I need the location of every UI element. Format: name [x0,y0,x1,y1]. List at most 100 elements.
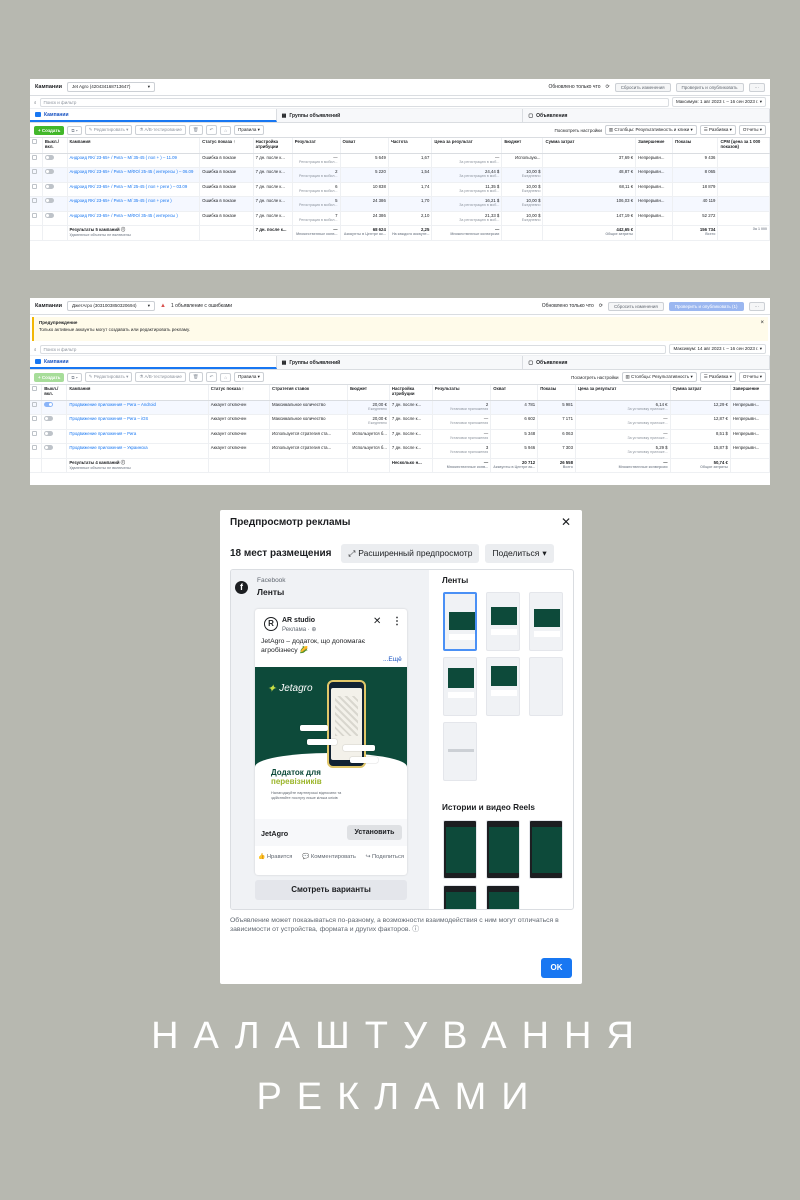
campaign-name-cell-value[interactable]: Андроид RK/ 23-65+ / Рига – М/ФО/ 35-45 … [70,213,178,218]
toggle-cell[interactable] [42,167,68,183]
create-button[interactable]: + Создать [34,125,65,135]
breakdown-button[interactable]: ☰ Разбивка ▾ [699,372,736,382]
close-icon[interactable]: ✕ [373,616,381,627]
view-settings-toggle[interactable]: Посмотреть настройки [554,128,601,133]
duplicate-icon[interactable]: ⧉ ▾ [67,125,82,135]
checkbox-cell[interactable] [30,153,43,168]
campaign-name-cell-value[interactable]: Продвижение приложения – Рига – Android [69,402,155,407]
column-header[interactable]: Охват [490,385,539,401]
campaign-name-cell-value[interactable]: Продвижение приложения – Рига [69,431,136,436]
edit-button[interactable]: ✎ Редактировать ▾ [84,372,133,382]
reports-button[interactable]: Отчеты ▾ [738,125,766,135]
row-checkbox[interactable] [32,445,37,450]
column-header[interactable]: Кампания [67,138,201,154]
row-checkbox[interactable] [32,198,37,203]
date-range-picker[interactable]: Максимум: 14 авг 2023 г. – 16 сен 2023 г… [669,344,766,354]
placement-thumbnail[interactable] [443,657,477,716]
rules-button[interactable]: Правила ▾ [234,125,264,135]
column-header[interactable]: Частота [388,138,433,154]
checkbox-cell[interactable] [30,167,43,183]
column-header[interactable]: Стратегия ставок [269,385,349,401]
search-input[interactable]: Поиск и фильтр [39,97,669,107]
row-checkbox[interactable] [32,386,37,391]
campaign-name-cell[interactable]: Продвижение приложения – Рига [66,429,209,444]
checkbox-cell[interactable] [30,400,43,415]
more-options-icon[interactable]: ⋮ [392,616,402,627]
row-checkbox[interactable] [32,183,37,189]
column-header[interactable]: Настройка атрибуции [253,138,293,154]
row-checkbox[interactable] [32,212,37,218]
campaign-name-cell-value[interactable]: Продвижение приложения – Украинска [69,445,147,450]
share-action[interactable]: ↪ Поделиться [366,854,404,860]
close-icon[interactable]: × [760,320,764,326]
column-header[interactable]: Завершение [730,385,770,401]
row-checkbox[interactable] [32,169,37,174]
select-all-column[interactable] [30,385,43,401]
table-row[interactable]: Продвижение приложения – Рига – Android А… [30,400,770,415]
delete-icon[interactable]: 🗑 [188,372,203,382]
campaign-name-cell[interactable]: Андроид RK/ 23-65+ / Рига – М/ 35-45 ( п… [67,153,201,168]
column-header[interactable]: Показы [537,385,576,401]
table-row[interactable]: Андроид RK/ 23-65+ / Рига – М/ 35-45 ( п… [30,196,770,212]
campaign-name-cell[interactable]: Андроид RK/ 23-65+ / Рига – М/ 25-45 ( п… [67,182,201,197]
row-checkbox[interactable] [32,430,37,436]
table-row[interactable]: Продвижение приложения – Украинска Аккаун… [30,443,770,459]
campaign-name-cell-value[interactable]: Андроид RK/ 23-65+ / Рига – М/ 35-45 ( п… [70,155,177,160]
duplicate-icon[interactable]: ⧉ ▾ [67,372,82,382]
toggle-cell[interactable] [42,153,68,168]
select-all-column[interactable] [30,138,43,154]
column-header[interactable]: Выкл./вкл. [42,138,68,154]
column-header[interactable]: Результаты [432,385,492,401]
column-header[interactable]: Цена за результат [575,385,671,401]
tag-icon[interactable]: ⌂ [220,125,232,135]
error-count[interactable]: 1 объявление с ошибками [171,303,232,309]
toggle-cell[interactable] [41,443,68,459]
campaign-toggle[interactable] [44,430,54,436]
ab-test-button[interactable]: ⚗ A/B-тестирование [135,125,186,135]
install-button[interactable]: Установить [347,825,402,840]
campaign-name-cell[interactable]: Андроид RK/ 23-65+ / Рига – М/ 35-45 ( п… [67,196,201,212]
campaign-toggle[interactable] [44,169,54,175]
column-header[interactable]: Охват [340,138,389,154]
placement-thumbnail[interactable] [486,592,520,651]
toggle-cell[interactable] [41,429,68,444]
info-icon[interactable]: ⓘ [412,926,419,933]
placement-thumbnail[interactable] [443,592,477,651]
campaign-name-cell-value[interactable]: Андроид RK/ 23-65+ / Рига – М/ФО/ 25-45 … [70,169,194,174]
column-header[interactable]: Сумма затрат [670,385,731,401]
column-header[interactable]: Кампания [66,385,209,401]
story-thumbnail[interactable] [486,885,520,909]
campaign-toggle[interactable] [44,401,54,407]
comment-action[interactable]: 💬 Комментировать [302,854,356,860]
column-header[interactable]: Показы [672,138,719,154]
campaign-name-cell[interactable]: Андроид RK/ 23-65+ / Рига – М/ФО/ 25-45 … [67,167,201,183]
column-header[interactable]: Результат [292,138,341,154]
delete-icon[interactable]: 🗑 [188,125,203,135]
more-button[interactable]: ··· [748,301,765,311]
refresh-icon[interactable]: ⟳ [599,303,603,309]
row-checkbox[interactable] [32,416,37,421]
search-input[interactable]: Поиск и фильтр [39,344,667,354]
column-header[interactable]: Цена за результат [431,138,503,154]
table-row[interactable]: Андроид RK/ 23-65+ / Рига – М/ 35-45 ( п… [30,153,770,168]
column-header[interactable]: Выкл./вкл. [41,385,68,401]
see-more-link[interactable]: ...Ещё [383,656,402,663]
share-button[interactable]: Поделиться ▾ [485,543,554,563]
campaign-name-cell[interactable]: Андроид RK/ 23-65+ / Рига – М/ФО/ 35-45 … [67,211,201,226]
row-checkbox[interactable] [32,401,37,407]
undo-icon[interactable]: ↶ [205,125,218,135]
placement-thumbnail[interactable] [443,722,477,781]
rules-button[interactable]: Правила ▾ [234,372,264,382]
checkbox-cell[interactable] [30,429,43,444]
undo-icon[interactable]: ↶ [205,372,218,382]
columns-button[interactable]: ▥ Столбцы: Результативность ▾ [621,372,697,382]
page-name[interactable]: AR studio [282,617,315,624]
review-publish-button[interactable]: Проверить и опубликовать (1) [668,301,744,311]
account-selector[interactable]: Jet Agro (420434168713647) ▾ [67,82,156,92]
campaign-name-cell[interactable]: Продвижение приложения – Украинска [66,443,209,459]
story-thumbnail[interactable] [529,820,563,879]
reports-button[interactable]: Отчеты ▾ [738,372,766,382]
tab-ad-sets[interactable]: ▦ Группы объявлений [276,356,524,369]
column-header[interactable]: Статус показа ↑ [208,385,271,401]
column-header[interactable]: Настройка атрибуции [389,385,433,401]
